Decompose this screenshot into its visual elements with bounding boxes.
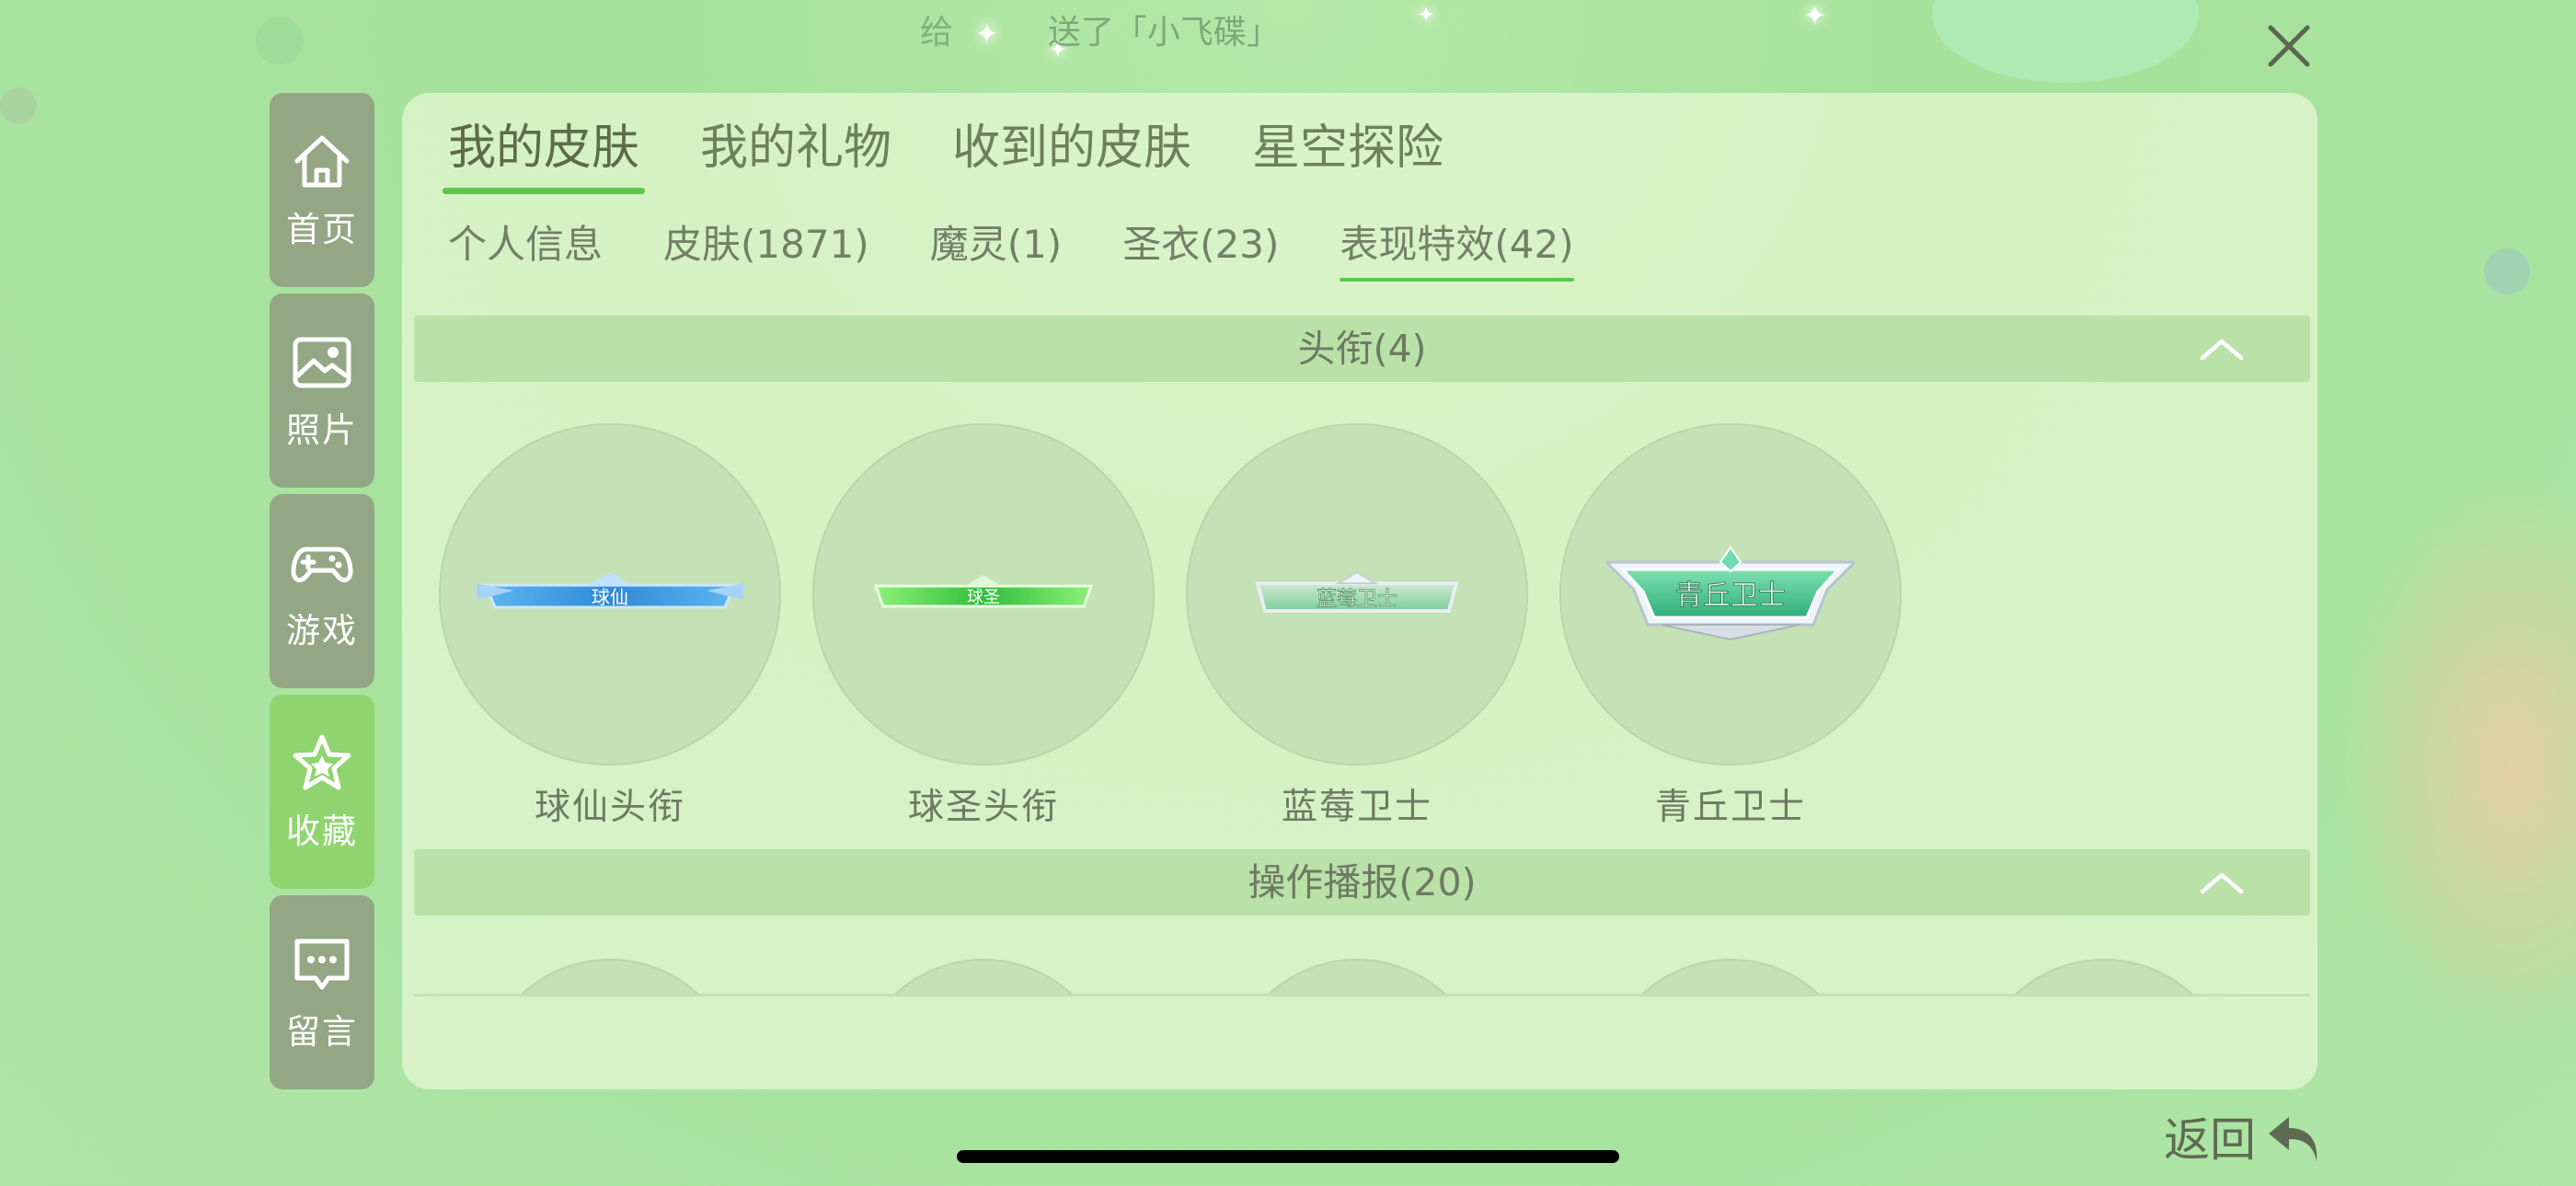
- title-badge-image: 青丘卫士: [1606, 546, 1855, 641]
- background-glow: [2337, 478, 2576, 1049]
- tab-my-gifts[interactable]: 我的礼物: [700, 111, 891, 194]
- item-label: 球圣头衔: [907, 787, 1059, 828]
- close-button[interactable]: [2261, 18, 2317, 74]
- title-badge-image: 球仙: [477, 572, 743, 609]
- sparkle-icon: ✦: [1417, 2, 1436, 28]
- photo-icon: [293, 337, 351, 387]
- item-thumbnail[interactable]: [479, 959, 741, 994]
- background-bubble: [0, 87, 37, 124]
- sidebar-item-label: 首页: [286, 209, 358, 249]
- return-arrow-icon: [2269, 1117, 2317, 1161]
- list-item[interactable]: 青丘卫士 青丘卫士: [1559, 423, 1902, 830]
- gift-broadcast: 给 送了「小飞碟」: [920, 11, 1280, 55]
- gamepad-icon: [291, 547, 353, 582]
- sidebar-item-label: 留言: [286, 1011, 358, 1052]
- chevron-up-icon[interactable]: [2198, 868, 2246, 897]
- message-icon: [294, 938, 350, 989]
- gift-broadcast-prefix: 给: [920, 14, 954, 52]
- item-thumbnail: 球仙: [439, 423, 781, 766]
- item-thumbnail[interactable]: [853, 959, 1114, 994]
- divider: [414, 994, 2310, 996]
- background-bubble: [1932, 0, 2199, 83]
- sidebar-item-photos[interactable]: 照片: [270, 294, 374, 488]
- broadcast-items-row: [402, 953, 2317, 994]
- list-item[interactable]: 球仙 球仙头衔: [439, 423, 781, 830]
- item-thumbnail[interactable]: [1973, 959, 2235, 994]
- title-badge-image: 蓝莓卫士: [1255, 570, 1459, 613]
- main-panel: 我的皮肤 我的礼物 收到的皮肤 星空探险 个人信息 皮肤(1871) 魔灵(1)…: [402, 93, 2317, 1089]
- subtab-effects[interactable]: 表现特效(42): [1340, 217, 1574, 282]
- sparkle-icon: ✦: [1803, 0, 1827, 32]
- item-thumbnail[interactable]: [1600, 959, 1861, 994]
- section-title: 操作播报(20): [1248, 860, 1477, 904]
- background-bubble: [256, 17, 304, 64]
- main-tabs: 我的皮肤 我的礼物 收到的皮肤 星空探险: [442, 111, 1504, 194]
- home-indicator[interactable]: [957, 1150, 1619, 1163]
- back-label: 返回: [2164, 1113, 2256, 1167]
- star-icon: [293, 734, 351, 789]
- sidebar-item-games[interactable]: 游戏: [270, 494, 374, 688]
- tab-star-adventure[interactable]: 星空探险: [1252, 111, 1443, 194]
- back-button[interactable]: 返回: [2164, 1102, 2326, 1170]
- background-bubble: [2484, 248, 2530, 294]
- gift-broadcast-text: 送了「小飞碟」: [1047, 14, 1280, 52]
- tab-received-skins[interactable]: 收到的皮肤: [952, 111, 1191, 194]
- badge-text: 球圣: [967, 588, 1000, 606]
- sidebar-item-label: 游戏: [286, 610, 358, 651]
- badge-text: 蓝莓卫士: [1317, 587, 1397, 610]
- item-thumbnail: 球圣: [812, 423, 1155, 766]
- close-icon: [2268, 25, 2310, 67]
- section-header-titles[interactable]: 头衔(4): [414, 316, 2310, 382]
- title-items-grid: 球仙 球仙头衔 球圣 球圣头衔 蓝莓卫士 蓝莓卫士 青丘卫士 青丘卫士: [439, 423, 1933, 830]
- sidebar-item-messages[interactable]: 留言: [270, 895, 374, 1089]
- title-badge-image: 球圣: [873, 575, 1094, 608]
- sidebar-item-home[interactable]: 首页: [270, 93, 374, 287]
- section-header-broadcasts[interactable]: 操作播报(20): [414, 849, 2310, 915]
- item-label: 蓝莓卫士: [1281, 787, 1432, 828]
- subtab-armor[interactable]: 圣衣(23): [1122, 217, 1279, 282]
- sidebar-item-label: 照片: [286, 409, 358, 450]
- subtab-spirit[interactable]: 魔灵(1): [930, 217, 1063, 282]
- item-label: 青丘卫士: [1654, 787, 1806, 828]
- chevron-up-icon[interactable]: [2198, 334, 2246, 363]
- item-label: 球仙头衔: [534, 787, 685, 828]
- sidebar-item-favorites[interactable]: 收藏: [270, 695, 374, 889]
- subtab-skins[interactable]: 皮肤(1871): [663, 217, 869, 282]
- tab-my-skins[interactable]: 我的皮肤: [442, 111, 646, 194]
- item-thumbnail[interactable]: [1226, 959, 1488, 994]
- section-title: 头衔(4): [1297, 327, 1427, 371]
- item-thumbnail: 青丘卫士: [1559, 423, 1902, 766]
- badge-text: 球仙: [592, 587, 628, 608]
- home-icon: [294, 135, 350, 187]
- sub-tabs: 个人信息 皮肤(1871) 魔灵(1) 圣衣(23) 表现特效(42): [448, 217, 1635, 282]
- item-thumbnail: 蓝莓卫士: [1186, 423, 1528, 766]
- list-item[interactable]: 球圣 球圣头衔: [812, 423, 1155, 830]
- badge-text: 青丘卫士: [1675, 581, 1786, 611]
- sidebar: 首页 照片 游戏 收藏 留言: [270, 93, 374, 1096]
- list-item[interactable]: 蓝莓卫士 蓝莓卫士: [1186, 423, 1528, 830]
- subtab-personal-info[interactable]: 个人信息: [448, 217, 603, 282]
- sidebar-item-label: 收藏: [286, 811, 358, 851]
